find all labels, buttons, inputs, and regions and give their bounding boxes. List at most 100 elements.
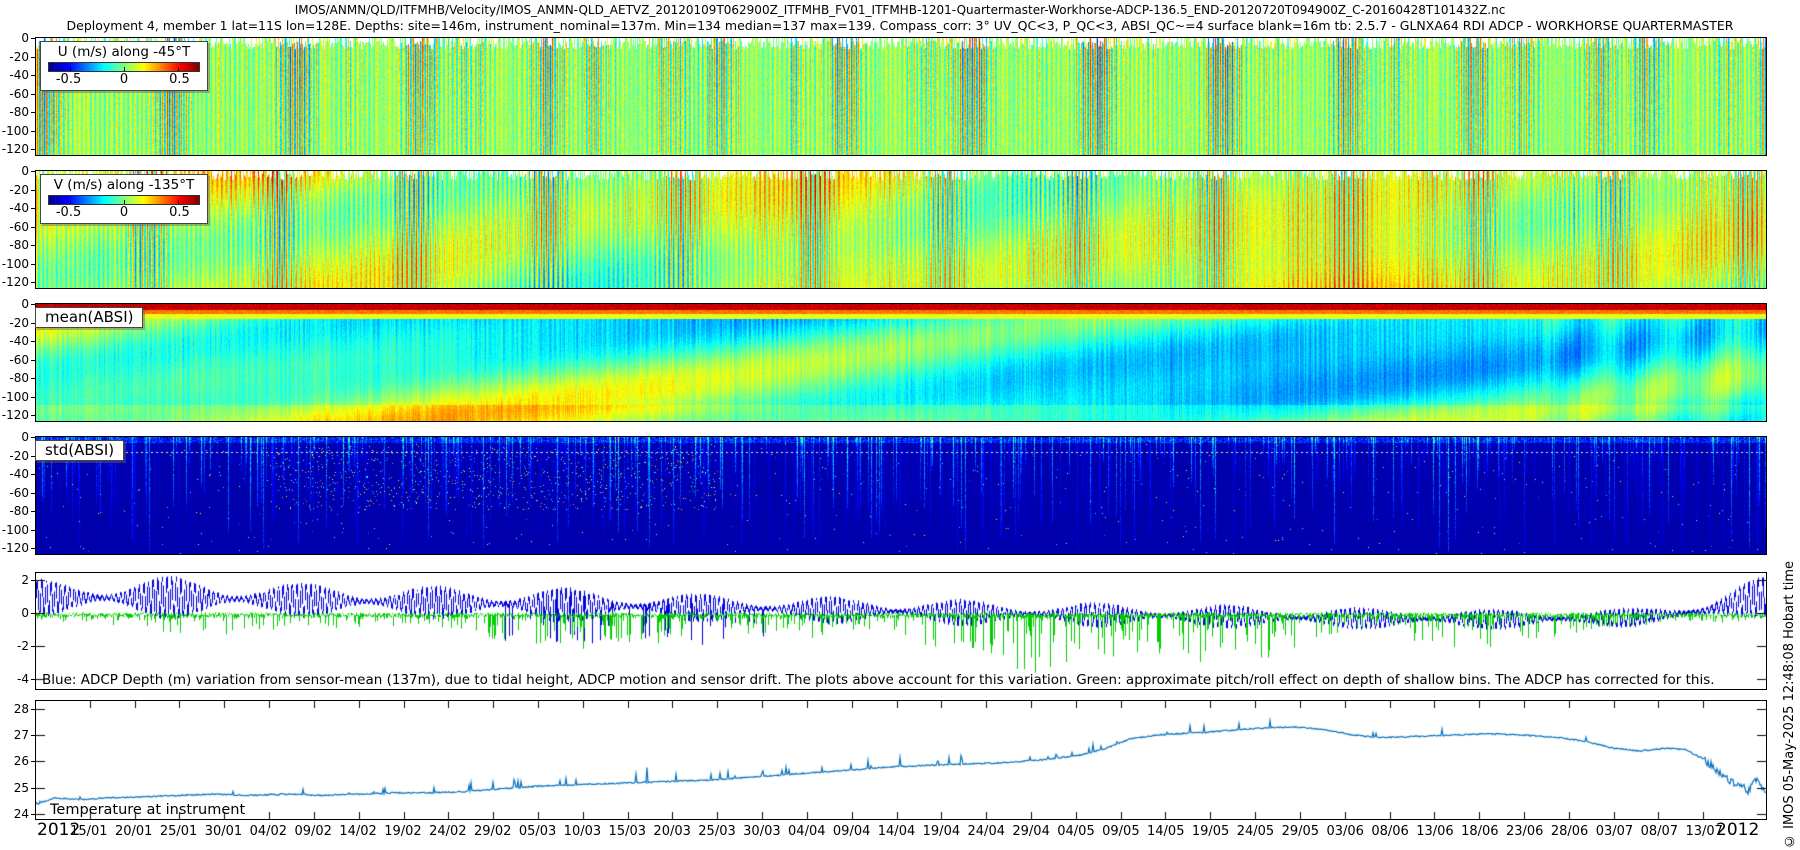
y-tick-label: 0 — [21, 606, 29, 620]
x-tick-label: 04/02 — [250, 824, 287, 839]
x-tick-label: 23/06 — [1506, 824, 1543, 839]
x-tick-label: 04/05 — [1057, 824, 1094, 839]
x-tick-label: 15/03 — [609, 824, 646, 839]
y-tick-mark — [31, 735, 36, 736]
depth-variation-caption: Blue: ADCP Depth (m) variation from sens… — [42, 672, 1715, 688]
y-tick-mark — [31, 75, 36, 76]
y-tick-label: -40 — [9, 334, 29, 348]
x-tick-label: 30/01 — [205, 824, 242, 839]
panel-mean-absi-heatmap: mean(ABSI) 0-20-40-60-80-100-120 — [35, 303, 1767, 422]
x-tick-label: 25/03 — [698, 824, 735, 839]
x-tick-label: 14/05 — [1147, 824, 1184, 839]
panel-depth-variation-lines: Blue: ADCP Depth (m) variation from sens… — [35, 572, 1767, 690]
y-tick-label: -80 — [9, 105, 29, 119]
x-tick-label: 18/06 — [1461, 824, 1498, 839]
figure-title: IMOS/ANMN/QLD/ITFMHB/Velocity/IMOS_ANMN-… — [0, 3, 1800, 17]
y-tick-mark — [31, 304, 36, 305]
y-tick-label: -2 — [17, 639, 29, 653]
y-tick-mark — [31, 530, 36, 531]
x-tick-label: 05/03 — [519, 824, 556, 839]
y-tick-mark — [31, 360, 36, 361]
y-tick-label: -20 — [9, 183, 29, 197]
y-tick-label: -4 — [17, 672, 29, 686]
y-tick-label: -60 — [9, 87, 29, 101]
x-tick-label: 30/03 — [743, 824, 780, 839]
v-velocity-colorbar-legend: V (m/s) along -135°T -0.5 0 0.5 — [40, 174, 208, 224]
y-tick-label: -80 — [9, 238, 29, 252]
y-tick-label: -60 — [9, 353, 29, 367]
colorbar-tick-mark — [124, 200, 125, 204]
figure-subtitle: Deployment 4, member 1 lat=11S lon=128E.… — [0, 18, 1800, 33]
y-tick-mark — [31, 679, 36, 680]
x-tick-label: 25/01 — [160, 824, 197, 839]
y-tick-mark — [31, 341, 36, 342]
y-tick-mark — [31, 437, 36, 438]
y-tick-mark — [31, 613, 36, 614]
y-tick-mark — [31, 282, 36, 283]
y-tick-label: 0 — [21, 430, 29, 444]
y-tick-mark — [31, 38, 36, 39]
x-tick-label: 09/05 — [1102, 824, 1139, 839]
u-velocity-legend-title: U (m/s) along -45°T — [47, 44, 201, 60]
y-tick-label: -20 — [9, 449, 29, 463]
v-velocity-heatmap-canvas — [36, 171, 1766, 288]
x-tick-label: 24/02 — [429, 824, 466, 839]
y-tick-label: -120 — [2, 275, 29, 289]
y-tick-mark — [31, 264, 36, 265]
y-tick-label: -120 — [2, 541, 29, 555]
x-tick-label: 13/07 — [1685, 824, 1722, 839]
y-tick-mark — [31, 511, 36, 512]
y-tick-label: 24 — [14, 807, 29, 821]
x-tick-label: 19/02 — [384, 824, 421, 839]
x-tick-label: 03/07 — [1596, 824, 1633, 839]
y-tick-label: 25 — [14, 781, 29, 795]
x-tick-label: 19/04 — [923, 824, 960, 839]
y-tick-mark — [31, 208, 36, 209]
y-tick-mark — [31, 57, 36, 58]
y-tick-label: 2 — [21, 573, 29, 587]
colorbar-tick-label: -0.5 — [56, 72, 81, 87]
y-tick-label: 28 — [14, 702, 29, 716]
y-tick-mark — [31, 227, 36, 228]
y-tick-label: -80 — [9, 371, 29, 385]
y-tick-mark — [31, 646, 36, 647]
u-velocity-colorbar — [48, 62, 200, 72]
x-tick-label: 09/04 — [833, 824, 870, 839]
y-tick-mark — [31, 814, 36, 815]
colorbar-tick-label: 0 — [120, 205, 128, 220]
y-tick-label: 27 — [14, 728, 29, 742]
y-tick-label: -40 — [9, 201, 29, 215]
colorbar-tick-label: -0.5 — [56, 205, 81, 220]
y-tick-label: -20 — [9, 50, 29, 64]
y-tick-mark — [31, 190, 36, 191]
y-tick-mark — [31, 397, 36, 398]
panel-v-velocity-heatmap: V (m/s) along -135°T -0.5 0 0.5 0-20-40-… — [35, 170, 1767, 289]
mean-absi-heatmap-canvas — [36, 304, 1766, 421]
panel-u-velocity-heatmap: U (m/s) along -45°T -0.5 0 0.5 0-20-40-6… — [35, 37, 1767, 156]
colorbar-tick-mark — [178, 67, 179, 71]
y-tick-mark — [31, 761, 36, 762]
std-absi-label: std(ABSI) — [35, 440, 124, 461]
x-tick-label: 14/02 — [339, 824, 376, 839]
colorbar-tick-mark — [178, 200, 179, 204]
x-tick-label: 24/05 — [1237, 824, 1274, 839]
temperature-label: Temperature at instrument — [50, 802, 245, 818]
y-tick-mark — [31, 245, 36, 246]
x-tick-label: 14/04 — [878, 824, 915, 839]
x-tick-label: 20/03 — [653, 824, 690, 839]
x-tick-label: 29/02 — [474, 824, 511, 839]
colorbar-tick-label: 0.5 — [169, 72, 190, 87]
y-tick-label: -60 — [9, 486, 29, 500]
colorbar-tick-label: 0 — [120, 72, 128, 87]
y-tick-mark — [31, 171, 36, 172]
u-velocity-heatmap-canvas — [36, 38, 1766, 155]
y-tick-label: -120 — [2, 142, 29, 156]
x-tick-label: 04/04 — [788, 824, 825, 839]
colorbar-tick-mark — [124, 67, 125, 71]
x-tick-label: 09/02 — [294, 824, 331, 839]
x-tick-label: 03/06 — [1326, 824, 1363, 839]
y-tick-label: 26 — [14, 754, 29, 768]
x-tick-label: 13/06 — [1416, 824, 1453, 839]
v-velocity-legend-title: V (m/s) along -135°T — [47, 177, 201, 193]
y-tick-label: 0 — [21, 297, 29, 311]
